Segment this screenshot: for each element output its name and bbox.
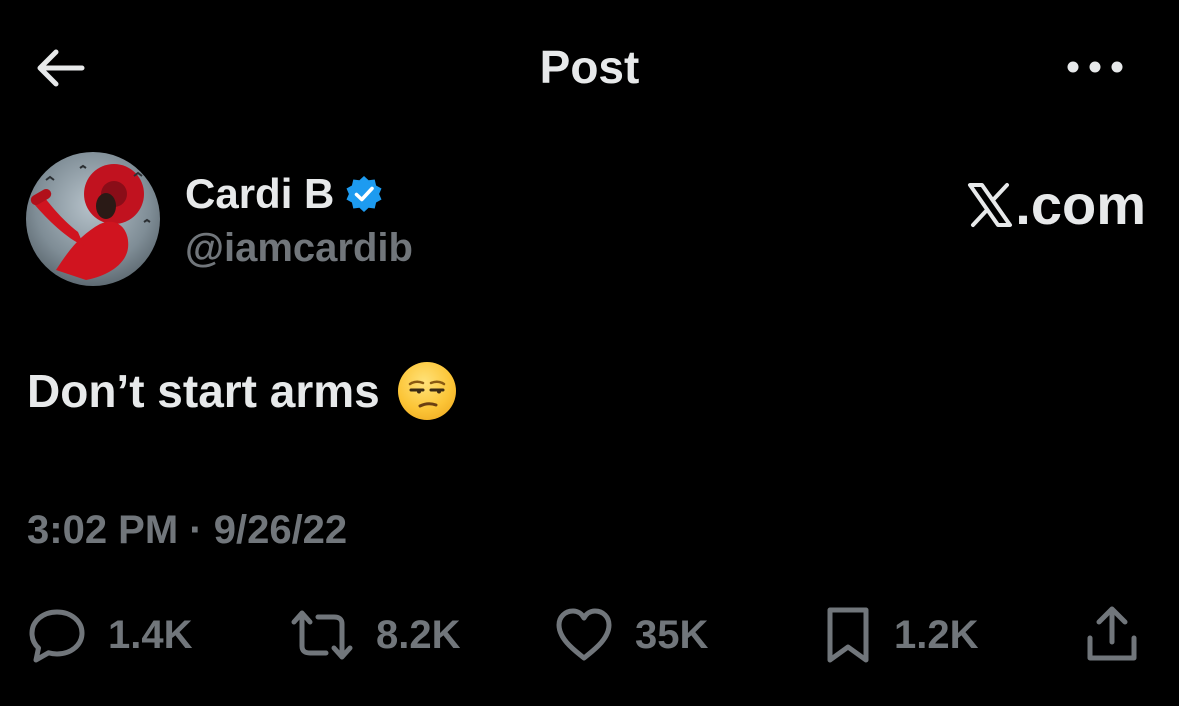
- avatar[interactable]: [26, 152, 160, 286]
- share-icon: [1087, 606, 1137, 661]
- post-timestamp[interactable]: 3:02 PM · 9/26/22: [27, 508, 347, 553]
- avatar-image: [30, 164, 151, 280]
- bookmark-count: 1.2K: [894, 612, 979, 657]
- share-button[interactable]: [1082, 600, 1142, 670]
- verified-badge-icon: [346, 176, 382, 212]
- post-text: Don’t start arms: [27, 365, 380, 417]
- reply-icon: [29, 609, 85, 663]
- user-handle[interactable]: @iamcardib: [185, 226, 413, 271]
- more-options-button[interactable]: [1062, 48, 1128, 86]
- x-logo-icon: [968, 182, 1013, 227]
- repost-button[interactable]: 8.2K: [288, 600, 461, 670]
- action-bar: 1.4K 8.2K 35K 1.2K: [0, 600, 1179, 670]
- heart-icon: [556, 608, 612, 661]
- ellipsis-icon: [1067, 61, 1123, 73]
- repost-icon: [291, 610, 353, 660]
- reply-button[interactable]: 1.4K: [26, 600, 193, 670]
- like-button[interactable]: 35K: [553, 600, 708, 670]
- bookmark-icon: [827, 607, 869, 663]
- bookmark-button[interactable]: 1.2K: [822, 600, 979, 670]
- post-body: Don’t start arms: [27, 362, 456, 420]
- reply-count: 1.4K: [108, 612, 193, 657]
- display-name-row: Cardi B: [185, 170, 384, 218]
- page-title: Post: [539, 41, 640, 93]
- brand-label: .com: [967, 172, 1146, 237]
- display-name[interactable]: Cardi B: [185, 170, 334, 218]
- brand-domain: .com: [1015, 173, 1146, 236]
- repost-count: 8.2K: [376, 612, 461, 657]
- post-author: Cardi B @iamcardib .com: [26, 152, 1146, 286]
- unamused-face-emoji: [397, 362, 456, 420]
- post-header: Post: [0, 0, 1179, 130]
- like-count: 35K: [635, 612, 709, 657]
